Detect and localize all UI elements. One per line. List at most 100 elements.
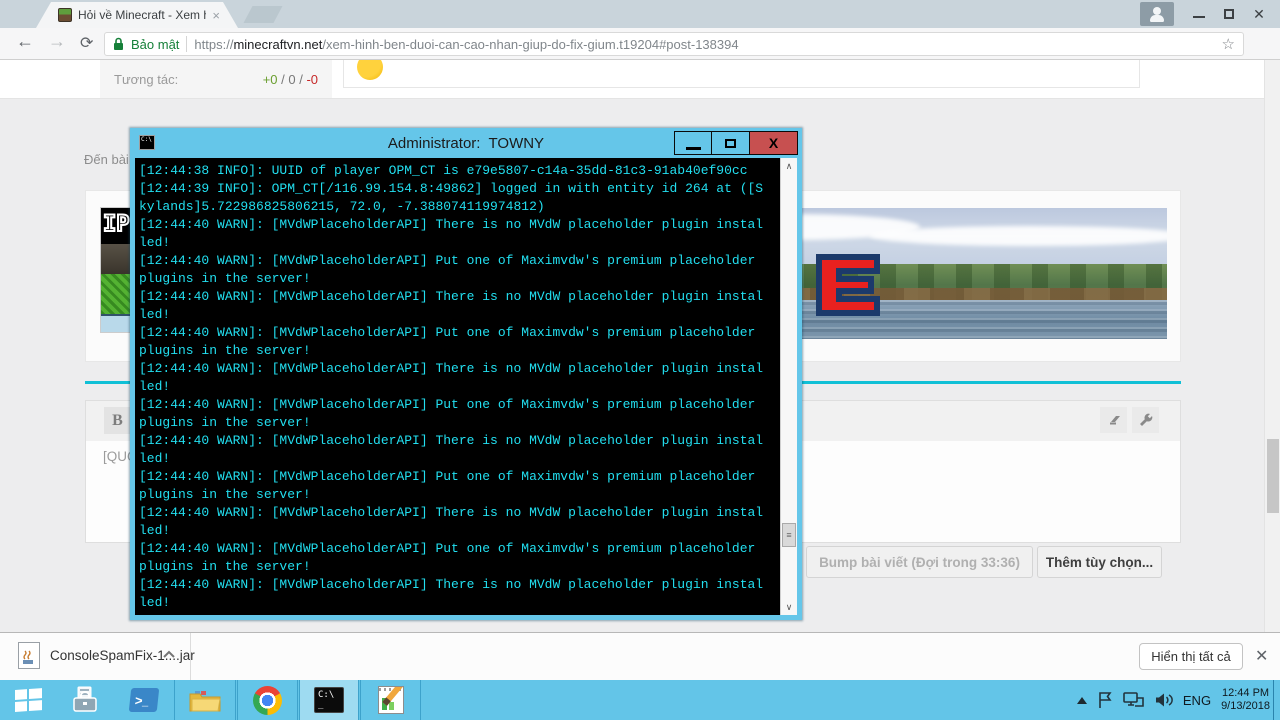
editor-settings-button[interactable]: [1132, 407, 1159, 433]
address-bar[interactable]: Bảo mật https://minecraftvn.net/xem-hinh…: [104, 32, 1244, 56]
url-domain: minecraftvn.net: [233, 36, 323, 52]
console-log-line: led!: [139, 595, 171, 610]
server-manager-button[interactable]: [57, 680, 115, 720]
interaction-positive: +0: [262, 71, 278, 87]
console-scrollbar-thumb[interactable]: ≡: [782, 523, 796, 547]
scroll-up-icon[interactable]: ∧: [781, 158, 797, 174]
back-icon[interactable]: ←: [16, 31, 34, 52]
show-all-downloads-button[interactable]: Hiển thị tất cả: [1139, 643, 1243, 670]
show-desktop-button[interactable]: [1273, 680, 1280, 720]
interaction-negative: -0: [306, 71, 318, 87]
console-log-line: plugins in the server!: [139, 559, 311, 574]
server-manager-icon: [73, 686, 97, 712]
console-log-line: [12:44:40 WARN]: [MVdWPlaceholderAPI] Th…: [139, 433, 764, 448]
windows-logo-icon: [14, 688, 42, 712]
scroll-down-icon[interactable]: ∨: [781, 599, 797, 615]
console-scrollbar[interactable]: ∧ ≡ ∨: [780, 158, 797, 615]
bump-post-button[interactable]: Bump bài viết (Đợi trong 33:36): [806, 546, 1033, 578]
console-log-line: led!: [139, 379, 171, 394]
file-explorer-icon: [189, 691, 221, 712]
action-center-flag-icon[interactable]: [1097, 691, 1113, 709]
file-explorer-button[interactable]: [174, 680, 236, 720]
interaction-values: +0 / 0 / -0: [263, 72, 318, 87]
new-tab-button[interactable]: [243, 6, 283, 23]
url-scheme: https://: [194, 36, 234, 52]
tray-expand-icon[interactable]: [1076, 696, 1087, 704]
page-scrollbar-thumb[interactable]: [1267, 439, 1279, 513]
console-log-line: led!: [139, 307, 171, 322]
site-favicon-icon: [58, 8, 72, 22]
browser-window-controls: ✕: [1140, 0, 1280, 28]
goto-post-link[interactable]: Đến bài: [84, 152, 129, 167]
maximize-icon: [725, 138, 736, 148]
console-log-line: led!: [139, 451, 171, 466]
refresh-icon[interactable]: ⟳: [80, 33, 93, 53]
minimize-icon: [1193, 16, 1205, 18]
browser-maximize-button[interactable]: [1214, 2, 1244, 26]
console-log-line: kylands]5.722986825806215, 72.0, -7.3880…: [139, 199, 545, 214]
download-bar: ConsoleSpamFix-1....jar Hiển thị tất cả …: [0, 632, 1280, 680]
interaction-stats: Tương tác: +0 / 0 / -0: [100, 60, 332, 98]
console-log-line: [12:44:40 WARN]: [MVdWPlaceholderAPI] Pu…: [139, 469, 764, 484]
console-log-line: [12:44:40 WARN]: [MVdWPlaceholderAPI] Pu…: [139, 541, 764, 556]
jar-file-icon: [18, 642, 40, 669]
profile-icon[interactable]: [1140, 2, 1174, 26]
console-log-line: [12:44:40 WARN]: [MVdWPlaceholderAPI] Pu…: [139, 325, 764, 340]
tab-close-icon[interactable]: ×: [212, 8, 220, 23]
lock-icon: [114, 37, 123, 50]
url-divider: [186, 36, 188, 52]
console-minimize-button[interactable]: [674, 131, 712, 155]
security-label: Bảo mật: [131, 36, 180, 52]
bold-button[interactable]: B: [104, 407, 131, 434]
interaction-label: Tương tác:: [114, 71, 179, 87]
console-log-line: plugins in the server!: [139, 271, 311, 286]
download-bar-close-icon[interactable]: ✕: [1255, 646, 1268, 666]
console-maximize-button[interactable]: [712, 131, 750, 155]
console-title-bar[interactable]: C:\ Administrator: TOWNY X: [130, 128, 802, 158]
console-log-line: [12:44:38 INFO]: UUID of player OPM_CT i…: [139, 163, 748, 178]
language-indicator[interactable]: ENG: [1183, 693, 1211, 708]
chevron-up-icon[interactable]: [162, 649, 176, 659]
bookmark-star-icon[interactable]: ☆: [1222, 35, 1235, 53]
desktop: Hỏi về Minecraft - Xem h × ✕ ← → ⟳ Bảo m…: [0, 0, 1280, 720]
cmd-icon: C:\: [139, 135, 155, 150]
notepad-icon: [377, 686, 404, 714]
speaker-icon[interactable]: [1155, 692, 1173, 708]
close-icon: ✕: [1253, 5, 1265, 22]
browser-tab[interactable]: Hỏi về Minecraft - Xem h ×: [36, 2, 238, 28]
powershell-button[interactable]: >: [115, 680, 173, 720]
console-close-button[interactable]: X: [750, 131, 798, 155]
console-log-line: [12:44:40 WARN]: [MVdWPlaceholderAPI] Th…: [139, 217, 764, 232]
console-log: [12:44:38 INFO]: UUID of player OPM_CT i…: [139, 162, 779, 615]
console-body[interactable]: [12:44:38 INFO]: UUID of player OPM_CT i…: [135, 158, 797, 615]
network-icon[interactable]: [1123, 692, 1145, 708]
browser-tab-bar: Hỏi về Minecraft - Xem h × ✕: [0, 0, 1280, 28]
smiley-emoji-icon: [357, 60, 383, 80]
console-window-controls: X: [674, 131, 798, 155]
console-log-line: [12:44:40 WARN]: [MVdWPlaceholderAPI] Th…: [139, 577, 764, 592]
more-options-button[interactable]: Thêm tùy chọn...: [1037, 546, 1162, 578]
chrome-button[interactable]: [237, 680, 298, 720]
clock[interactable]: 12:44 PM 9/13/2018: [1221, 687, 1270, 713]
browser-toolbar: ← → ⟳ Bảo mật https://minecraftvn.net/xe…: [0, 28, 1280, 80]
chrome-icon: [253, 685, 282, 715]
remove-formatting-button[interactable]: [1100, 407, 1127, 433]
system-tray: ENG 12:44 PM 9/13/2018: [1076, 680, 1270, 720]
cmd-button[interactable]: C:\ _: [299, 680, 359, 720]
console-log-line: plugins in the server!: [139, 343, 311, 358]
browser-minimize-button[interactable]: [1184, 2, 1214, 26]
start-button[interactable]: [0, 680, 57, 720]
tab-title: Hỏi về Minecraft - Xem h: [78, 8, 207, 22]
url-path: /xem-hinh-ben-duoi-can-cao-nhan-giup-do-…: [322, 36, 739, 52]
clock-time: 12:44 PM: [1221, 687, 1270, 699]
page-scrollbar[interactable]: [1264, 60, 1280, 632]
post-emoji-panel: [343, 60, 1140, 88]
cmd-icon: C:\ _: [314, 687, 344, 713]
notepad-button[interactable]: [360, 680, 421, 720]
forward-icon[interactable]: →: [48, 31, 66, 52]
clock-date: 9/13/2018: [1221, 700, 1270, 712]
browser-close-button[interactable]: ✕: [1244, 2, 1274, 26]
download-bar-divider: [190, 633, 191, 680]
console-log-line: [12:44:40 WARN]: [MVdWPlaceholderAPI] Th…: [139, 505, 764, 520]
server-logo-letter: E: [816, 254, 880, 316]
